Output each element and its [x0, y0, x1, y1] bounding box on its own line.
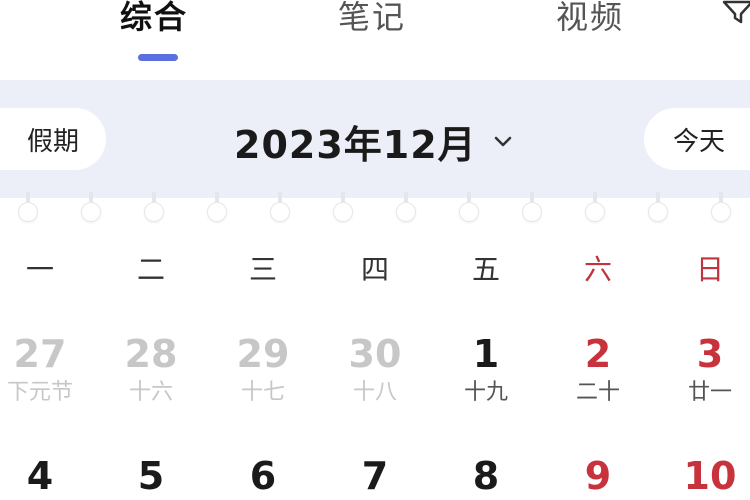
binder-ring — [522, 202, 542, 222]
day-cell[interactable]: 7 — [325, 454, 425, 498]
day-number: 8 — [472, 454, 500, 498]
month-title: 2023年12月 — [234, 123, 477, 167]
binder-ring — [333, 202, 353, 222]
weekday-wed: 三 — [248, 253, 277, 286]
binder-ring — [270, 202, 290, 222]
day-cell[interactable]: 28 十六 — [101, 332, 201, 408]
day-cell[interactable]: 3 廿一 — [660, 332, 750, 408]
lunar-date: 十八 — [352, 380, 397, 405]
day-cell[interactable]: 5 — [101, 454, 201, 498]
filter-icon[interactable] — [722, 0, 750, 24]
day-number: 28 — [124, 332, 178, 376]
lunar-date: 廿一 — [687, 380, 732, 405]
day-number: 5 — [137, 454, 165, 498]
binder-ring — [18, 202, 38, 222]
lunar-date: 十九 — [463, 380, 508, 405]
month-picker[interactable]: 2023年12月 — [234, 114, 513, 169]
day-cell[interactable]: 4 — [0, 454, 90, 498]
binder-ring — [648, 202, 668, 222]
weekday-mon: 一 — [25, 253, 54, 286]
day-number: 3 — [696, 332, 724, 376]
day-number: 27 — [13, 332, 67, 376]
lunar-date: 下元节 — [6, 380, 73, 405]
tab-notes[interactable]: 笔记 — [338, 0, 406, 38]
month-header: 假期 2023年12月 今天 — [0, 80, 750, 198]
day-number: 29 — [236, 332, 290, 376]
day-number: 9 — [584, 454, 612, 498]
active-tab-indicator — [138, 54, 178, 61]
day-number: 4 — [26, 454, 54, 498]
day-number: 6 — [249, 454, 277, 498]
day-number: 30 — [348, 332, 402, 376]
day-number: 10 — [683, 454, 737, 498]
day-cell[interactable]: 10 — [660, 454, 750, 498]
day-number: 2 — [584, 332, 612, 376]
binder-ring — [81, 202, 101, 222]
day-cell[interactable]: 6 — [213, 454, 313, 498]
day-cell[interactable]: 27 下元节 — [0, 332, 90, 408]
day-cell[interactable]: 29 十七 — [213, 332, 313, 408]
top-tabs: 综合 笔记 视频 — [0, 0, 750, 80]
today-button[interactable]: 今天 — [644, 108, 750, 170]
day-cell[interactable]: 2 二十 — [548, 332, 648, 408]
lunar-date: 二十 — [575, 380, 620, 405]
binder-ring — [459, 202, 479, 222]
binder-ring — [585, 202, 605, 222]
day-cell[interactable]: 8 — [436, 454, 536, 498]
weekday-thu: 四 — [360, 253, 389, 286]
day-cell[interactable]: 9 — [548, 454, 648, 498]
chevron-down-icon — [494, 136, 511, 146]
weekday-fri: 五 — [471, 253, 500, 286]
tab-comprehensive[interactable]: 综合 — [120, 0, 188, 38]
weekday-header: 一 二 三 四 五 六 日 — [0, 248, 750, 298]
holiday-button[interactable]: 假期 — [0, 108, 106, 170]
binder-ring — [207, 202, 227, 222]
binder-ring — [396, 202, 416, 222]
day-cell[interactable]: 30 十八 — [325, 332, 425, 408]
weekday-sat: 六 — [583, 253, 612, 286]
binder-rings — [0, 192, 750, 228]
tab-videos[interactable]: 视频 — [556, 0, 624, 38]
weekday-tue: 二 — [136, 253, 165, 286]
binder-ring — [144, 202, 164, 222]
day-number: 1 — [472, 332, 500, 376]
lunar-date: 十七 — [240, 380, 285, 405]
day-cell[interactable]: 1 十九 — [436, 332, 536, 408]
weekday-sun: 日 — [695, 253, 724, 286]
lunar-date: 十六 — [128, 380, 173, 405]
binder-ring — [711, 202, 731, 222]
day-number: 7 — [361, 454, 389, 498]
